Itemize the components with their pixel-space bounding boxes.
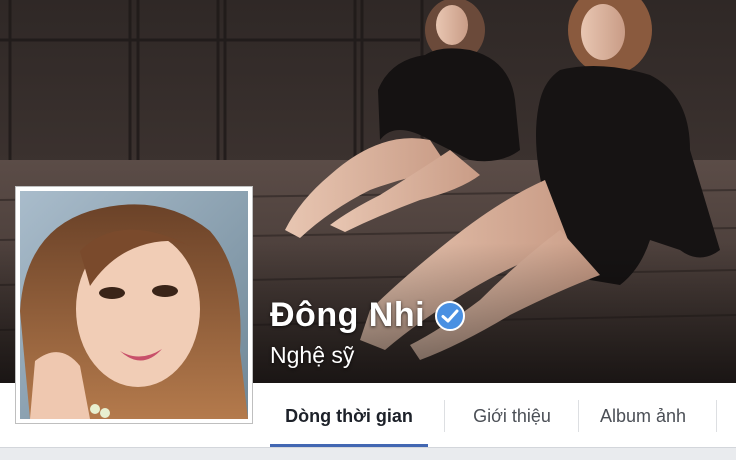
profile-name[interactable]: Đông Nhi [270,296,425,335]
tab-divider [444,400,445,432]
tab-divider [578,400,579,432]
verified-check-icon [435,300,466,331]
tab-divider [716,400,717,432]
tab-photo-albums[interactable]: Album ảnh [588,383,698,447]
profile-category[interactable]: Nghệ sỹ [270,342,354,369]
page-background-strip [0,448,736,460]
tab-about[interactable]: Giới thiệu [454,383,570,447]
profile-picture[interactable] [15,186,253,424]
profile-picture-image [20,191,248,419]
tab-timeline[interactable]: Dòng thời gian [270,383,428,447]
profile-name-row: Đông Nhi [270,296,466,335]
